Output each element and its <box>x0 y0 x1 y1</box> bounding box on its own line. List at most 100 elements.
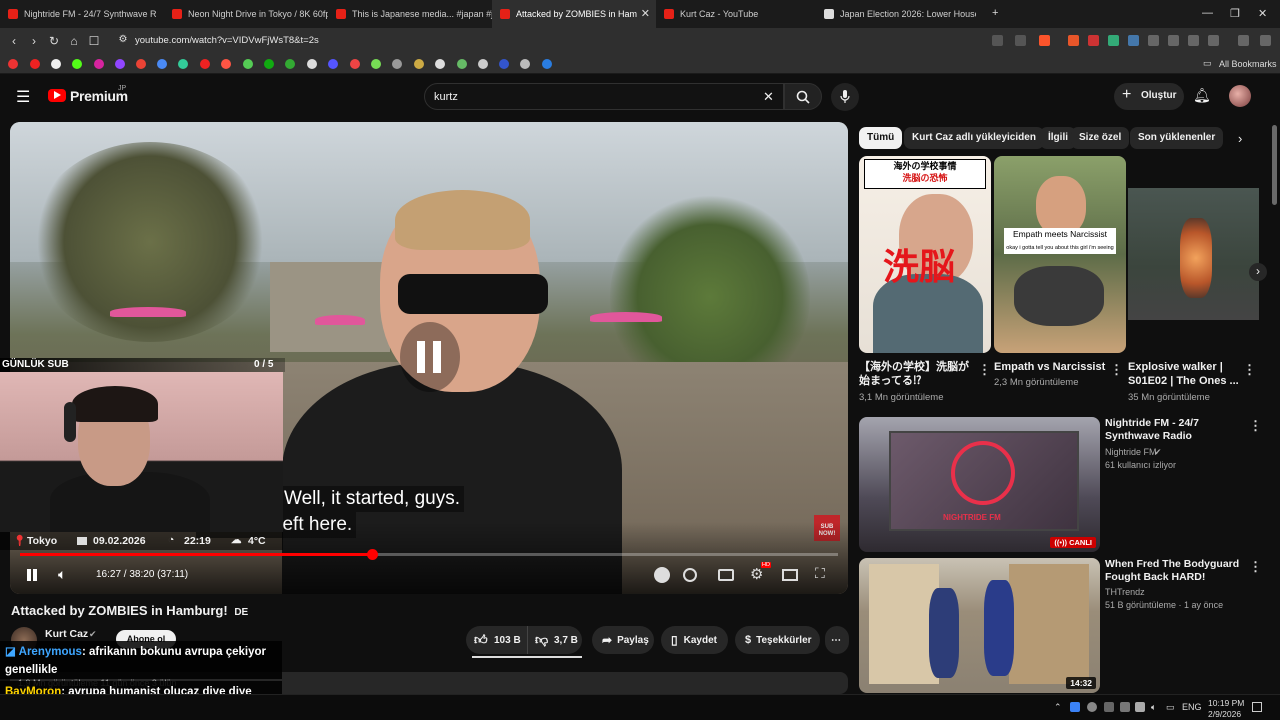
more-vert-icon[interactable]: ⋮ <box>978 362 991 378</box>
bookmark-favicon-icon[interactable] <box>307 59 317 69</box>
channel-name[interactable]: Nightride FM <box>1105 447 1157 457</box>
bookmark-favicon-icon[interactable] <box>264 59 274 69</box>
more-vert-icon[interactable]: ⋮ <box>1249 559 1262 575</box>
browser-tab[interactable]: Kurt Caz - YouTube <box>656 0 816 28</box>
new-tab-icon[interactable]: + <box>992 7 998 19</box>
channel-name[interactable]: Kurt Caz <box>45 628 88 640</box>
bookmark-favicon-icon[interactable] <box>457 59 467 69</box>
bookmark-favicon-icon[interactable] <box>157 59 167 69</box>
bookmark-favicon-icon[interactable] <box>478 59 488 69</box>
menu-icon[interactable] <box>1260 35 1271 46</box>
extensions-menu-icon[interactable] <box>1148 35 1159 46</box>
tray-app-icon[interactable] <box>1070 702 1080 712</box>
autoplay-toggle-icon[interactable] <box>683 568 697 582</box>
more-actions-button[interactable]: ⋯ <box>825 626 849 654</box>
notifications-bell-icon[interactable]: 🔔︎ <box>1193 87 1211 104</box>
search-input[interactable]: kurtz <box>434 91 458 103</box>
thanks-button[interactable]: $ Teşekkürler <box>735 626 820 654</box>
bookmark-favicon-icon[interactable] <box>435 59 445 69</box>
pause-button[interactable] <box>26 568 38 582</box>
search-box[interactable]: kurtz ✕ <box>424 83 784 110</box>
short-thumbnail[interactable] <box>1128 188 1259 320</box>
browser-tab[interactable]: This is Japanese media... #japan #jap <box>328 0 492 28</box>
scrollbar-thumb[interactable] <box>1272 125 1277 205</box>
shield-icon[interactable] <box>654 567 670 583</box>
bookmark-favicon-icon[interactable] <box>136 59 146 69</box>
volume-icon[interactable]: 🔈︎ <box>58 566 66 583</box>
shorts-next-button[interactable]: › <box>1249 263 1267 281</box>
extension-icon[interactable] <box>1068 35 1079 46</box>
bookmark-favicon-icon[interactable] <box>51 59 61 69</box>
bookmark-favicon-icon[interactable] <box>414 59 424 69</box>
extension-icon[interactable] <box>1128 35 1139 46</box>
download-icon[interactable] <box>1208 35 1219 46</box>
volume-icon[interactable]: 🔈︎ <box>1151 702 1156 713</box>
bookmark-favicon-icon[interactable] <box>243 59 253 69</box>
bookmark-favicon-icon[interactable] <box>8 59 18 69</box>
bookmark-favicon-icon[interactable] <box>115 59 125 69</box>
more-vert-icon[interactable]: ⋮ <box>1249 418 1262 434</box>
tray-app-icon[interactable] <box>1120 702 1130 712</box>
short-thumbnail[interactable]: 海外の学校事情 洗脳の恐怖 洗脳 <box>859 156 991 353</box>
fullscreen-icon[interactable]: ⛶ <box>815 565 825 582</box>
clock-time[interactable]: 10:19 PM <box>1208 698 1244 708</box>
share-button[interactable]: ➦ Paylaş <box>592 626 654 654</box>
cast-icon[interactable] <box>992 35 1003 46</box>
bookmark-favicon-icon[interactable] <box>178 59 188 69</box>
video-thumbnail[interactable]: NIGHTRIDE FM ((•)) CANLI <box>859 417 1100 552</box>
bookmark-favicon-icon[interactable] <box>285 59 295 69</box>
bookmark-favicon-icon[interactable] <box>371 59 381 69</box>
bookmark-favicon-icon[interactable] <box>200 59 210 69</box>
channel-name[interactable]: THTrendz <box>1105 587 1145 597</box>
chip-recent[interactable]: Son yüklenenler <box>1130 127 1224 149</box>
short-title[interactable]: 【海外の学校】洗脳が始まってる⁉ <box>859 360 971 388</box>
bookmark-favicon-icon[interactable] <box>542 59 552 69</box>
browser-tab-active[interactable]: Attacked by ZOMBIES in Ham ✕ <box>492 0 656 28</box>
bookmark-favicon-icon[interactable] <box>94 59 104 69</box>
progress-scrubber[interactable] <box>367 549 378 560</box>
network-icon[interactable] <box>1135 702 1145 712</box>
language-indicator[interactable]: ENG <box>1182 702 1202 712</box>
bookmark-favicon-icon[interactable] <box>392 59 402 69</box>
back-icon[interactable]: ‹ <box>4 34 24 48</box>
close-tab-icon[interactable]: ✕ <box>641 7 650 20</box>
bookmark-favicon-icon[interactable] <box>221 59 231 69</box>
forward-icon[interactable]: › <box>24 34 44 48</box>
dislike-button[interactable]: 👎︎ 3,7 B <box>528 626 582 654</box>
video-title[interactable]: When Fred The Bodyguard Fought Back HARD… <box>1105 558 1245 584</box>
bookmark-favicon-icon[interactable] <box>30 59 40 69</box>
short-title[interactable]: Explosive walker | S01E02 | The Ones ... <box>1128 360 1240 388</box>
tray-chevron-icon[interactable]: ⌃ <box>1054 702 1062 713</box>
extension-icon[interactable] <box>1088 35 1099 46</box>
clear-search-icon[interactable]: ✕ <box>763 89 774 105</box>
share-icon[interactable] <box>1015 35 1026 46</box>
short-thumbnail[interactable]: Empath meets Narcissist okay i gotta tell… <box>994 156 1126 353</box>
all-bookmarks-button[interactable]: All Bookmarks <box>1219 59 1277 69</box>
tray-app-icon[interactable] <box>1104 702 1114 712</box>
like-button[interactable]: 👍︎ 103 B <box>466 626 528 654</box>
clock-date[interactable]: 2/9/2026 <box>1208 709 1241 719</box>
bookmark-favicon-icon[interactable] <box>72 59 82 69</box>
site-info-icon[interactable]: ⚙ <box>113 34 133 45</box>
browser-tab[interactable]: Japan Election 2026: Lower House El <box>816 0 976 28</box>
video-thumbnail[interactable]: 14:32 <box>859 558 1100 693</box>
folder-icon[interactable]: ▭ <box>1203 58 1212 69</box>
brave-shield-icon[interactable] <box>1039 35 1050 46</box>
more-vert-icon[interactable]: ⋮ <box>1110 362 1123 378</box>
extension-icon[interactable] <box>1108 35 1119 46</box>
notifications-icon[interactable] <box>1252 702 1262 712</box>
avatar[interactable] <box>1229 85 1251 107</box>
maximize-icon[interactable]: ❐ <box>1230 7 1240 20</box>
home-icon[interactable]: ⌂ <box>64 34 84 48</box>
bookmark-favicon-icon[interactable] <box>350 59 360 69</box>
bookmark-icon[interactable]: ☐ <box>84 34 104 48</box>
chevron-right-icon[interactable]: › <box>1238 131 1242 146</box>
browser-tab[interactable]: Neon Night Drive in Tokyo / 8K 60fps <box>164 0 328 28</box>
bookmark-favicon-icon[interactable] <box>328 59 338 69</box>
short-title[interactable]: Empath vs Narcissist <box>994 360 1106 374</box>
media-icon[interactable] <box>1238 35 1249 46</box>
minimize-icon[interactable]: — <box>1202 7 1213 19</box>
bookmark-favicon-icon[interactable] <box>499 59 509 69</box>
menu-icon[interactable]: ☰ <box>16 87 30 107</box>
chip-all[interactable]: Tümü <box>859 127 903 149</box>
